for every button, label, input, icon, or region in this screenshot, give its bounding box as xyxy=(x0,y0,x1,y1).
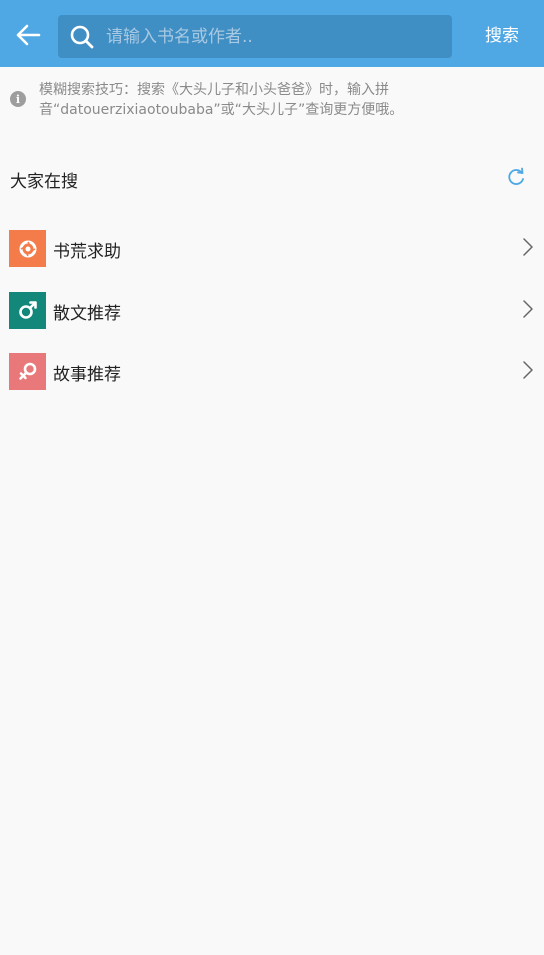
search-tip-text: 模糊搜索技巧：搜索《大头儿子和小头爸爸》时，输入拼音“datouerzixiao… xyxy=(39,82,404,118)
info-icon: i xyxy=(10,91,26,107)
search-input[interactable] xyxy=(106,15,452,58)
refresh-icon xyxy=(508,167,524,185)
male-symbol-icon xyxy=(9,291,46,329)
category-item-prose[interactable]: 散文推荐 xyxy=(0,282,544,344)
back-button[interactable] xyxy=(10,17,46,53)
search-box[interactable] xyxy=(58,15,452,58)
female-symbol-icon xyxy=(9,353,46,390)
chevron-right-icon xyxy=(523,299,533,318)
category-label: 书荒求助 xyxy=(53,242,121,262)
aperture-icon xyxy=(9,230,46,267)
refresh-button[interactable] xyxy=(505,167,527,189)
category-list: 书荒求助 散文推荐 故事推荐 xyxy=(0,220,544,405)
search-tip: i 模糊搜索技巧：搜索《大头儿子和小头爸爸》时，输入拼音“datouerzixi… xyxy=(10,80,430,120)
search-icon xyxy=(68,23,96,51)
arrow-left-icon xyxy=(16,24,41,46)
top-bar: 搜索 xyxy=(0,0,544,67)
category-label: 散文推荐 xyxy=(53,303,121,324)
chevron-right-icon xyxy=(523,361,533,379)
category-item-story[interactable]: 故事推荐 xyxy=(0,343,544,405)
chevron-right-icon xyxy=(523,238,533,256)
section-title: 大家在搜 xyxy=(10,172,78,192)
category-label: 故事推荐 xyxy=(53,365,121,385)
search-button[interactable]: 搜索 xyxy=(470,20,534,52)
category-item-book-help[interactable]: 书荒求助 xyxy=(0,220,544,282)
trending-section-header: 大家在搜 xyxy=(0,160,544,196)
